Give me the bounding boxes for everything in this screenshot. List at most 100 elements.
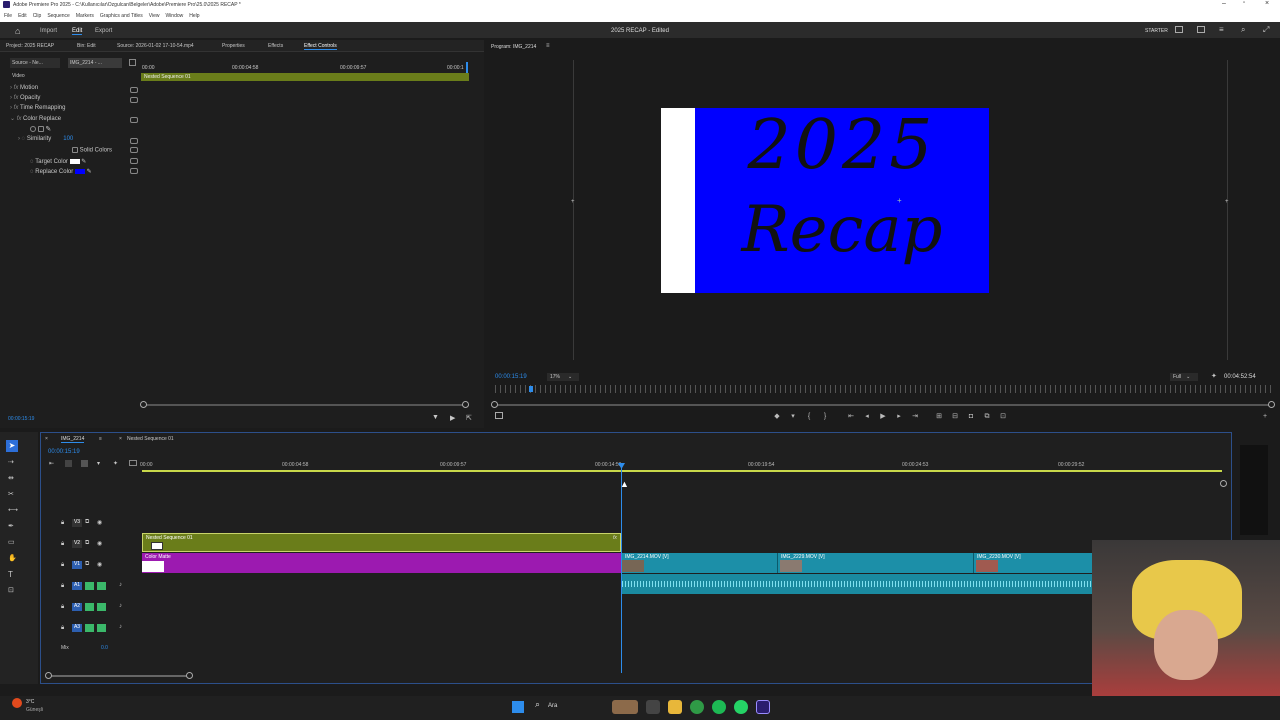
spotify-icon[interactable] [712, 700, 726, 714]
clip-dropdown[interactable]: IMG_2214 - ... [68, 58, 122, 68]
reset-icon[interactable] [130, 168, 138, 174]
lock-icon[interactable]: 🔒︎ [61, 541, 64, 548]
eyedropper-icon[interactable]: ✎ [81, 159, 86, 165]
lock-icon[interactable]: 🔒︎ [61, 625, 64, 632]
sync-lock-icon[interactable]: ⧉ [85, 561, 89, 568]
tab-project[interactable]: Project: 2025 RECAP [6, 43, 54, 49]
panel-layout-icon[interactable] [1175, 26, 1183, 33]
linked-selection-icon[interactable] [81, 460, 88, 467]
ec-timecode[interactable]: 00:00:15:19 [8, 416, 34, 422]
eyedropper-icon[interactable]: ✎ [87, 169, 92, 175]
timeline-scroll-handle-left[interactable] [45, 672, 52, 679]
anchor-point-marker[interactable]: + [897, 196, 902, 205]
export-frame-icon[interactable]: ◘ [967, 413, 975, 421]
mute-toggle[interactable] [85, 603, 94, 611]
track-label[interactable]: A3 [72, 624, 82, 632]
mark-out-icon[interactable]: } [821, 413, 829, 421]
program-playhead[interactable] [529, 386, 533, 392]
extract-icon[interactable]: ⊟ [951, 413, 959, 421]
ellipse-mask-icon[interactable] [30, 126, 36, 133]
video-frame[interactable]: 2025 Recap + [661, 108, 989, 293]
target-color-row[interactable]: ◌ Target Color ✎ [30, 158, 86, 165]
search-label[interactable]: Ara [548, 703, 557, 709]
type-tool-icon[interactable]: T [8, 570, 13, 579]
track-header-a3[interactable]: 🔒︎ A3 ♪ [43, 623, 139, 635]
comparison-view-icon[interactable]: ⧉ [983, 413, 991, 421]
reset-icon[interactable] [130, 158, 138, 164]
solid-colors-row[interactable]: Solid Colors [72, 147, 112, 154]
source-dropdown[interactable]: Source - Ne... [10, 58, 60, 68]
track-header-mix[interactable]: Mix 0.0 [43, 644, 139, 656]
vertical-scroll-handle[interactable] [1220, 480, 1227, 487]
play-icon[interactable]: ▶ [879, 413, 887, 421]
timeline-scroll-handle-right[interactable] [186, 672, 193, 679]
snap-icon[interactable] [65, 460, 72, 467]
go-to-in-icon[interactable]: ⇤ [847, 413, 855, 421]
timeline-menu-icon[interactable]: ≡ [99, 436, 102, 442]
program-timecode[interactable]: 00:00:15:19 [495, 374, 527, 380]
hand-tool-icon[interactable]: ✋ [8, 554, 17, 562]
menu-item-markers[interactable]: Markers [76, 13, 94, 19]
track-header-v1[interactable]: 🔒︎ V1 ⧉ ◉ [43, 560, 139, 572]
reset-icon[interactable] [130, 138, 138, 144]
quality-dropdown[interactable]: Full ⌄ [1170, 373, 1198, 381]
track-label[interactable]: A2 [72, 603, 82, 611]
razor-tool-icon[interactable]: ✂ [8, 490, 14, 498]
share-icon[interactable] [1197, 26, 1205, 33]
solo-toggle[interactable] [97, 603, 106, 611]
tab-effects[interactable]: Effects [268, 43, 283, 49]
program-zoom-bar[interactable] [495, 404, 1271, 406]
menu-item-window[interactable]: Window [165, 13, 183, 19]
clip-img2229-video[interactable]: IMG_2229.MOV [V] [778, 553, 974, 573]
reset-icon[interactable] [130, 87, 138, 93]
prop-opacity[interactable]: › fx Opacity [10, 95, 40, 101]
tab-effect-controls[interactable]: Effect Controls [304, 43, 337, 50]
pen-mask-icon[interactable]: ✎ [45, 126, 51, 133]
whatsapp-icon[interactable] [734, 700, 748, 714]
lock-icon[interactable]: 🔒︎ [61, 562, 64, 569]
maximize-icon[interactable]: ▫ [1243, 0, 1245, 6]
import-tab[interactable]: Import [40, 28, 57, 34]
step-back-icon[interactable]: ◂ [863, 413, 871, 421]
similarity-value[interactable]: 100 [63, 136, 73, 142]
program-scrubber[interactable] [495, 385, 1271, 393]
filter-icon[interactable]: ▼ [432, 414, 439, 421]
widgets-icon[interactable] [612, 700, 638, 714]
zoom-dropdown[interactable]: 17% ⌄ [547, 373, 579, 381]
lock-icon[interactable]: 🔒︎ [61, 583, 64, 590]
weather-icon[interactable] [12, 698, 22, 708]
export-tab[interactable]: Export [95, 28, 112, 34]
target-color-swatch[interactable] [69, 158, 80, 164]
edit-tab[interactable]: Edit [72, 28, 83, 35]
clip-color-matte[interactable]: Color Matte [142, 553, 621, 573]
clip-nested-sequence[interactable]: Nested Sequence 01 fx [142, 533, 621, 552]
track-header-a1[interactable]: 🔒︎ A1 ♪ [43, 581, 139, 593]
track-header-v3[interactable]: 🔒︎ V3 ⧉ ◉ [43, 518, 139, 530]
selection-tool-icon[interactable]: ➤ [6, 440, 18, 452]
ec-scroll-handle-right[interactable] [462, 401, 469, 408]
lift-icon[interactable]: ⊞ [935, 413, 943, 421]
step-forward-icon[interactable]: ▸ [895, 413, 903, 421]
eye-icon[interactable]: ◉ [97, 561, 102, 568]
minimize-icon[interactable]: – [1222, 0, 1226, 7]
sync-lock-icon[interactable]: ⧉ [85, 519, 89, 526]
add-marker-icon[interactable]: ◆ [773, 413, 781, 421]
track-label[interactable]: V3 [72, 519, 82, 527]
reset-icon[interactable] [130, 117, 138, 123]
play-only-icon[interactable]: ▶ [450, 414, 455, 422]
reset-icon[interactable] [130, 97, 138, 103]
eye-icon[interactable]: ◉ [97, 540, 102, 547]
ec-scrollbar[interactable] [143, 404, 469, 406]
close-icon[interactable]: × [45, 436, 48, 442]
close-icon[interactable]: × [1265, 0, 1269, 7]
close-icon[interactable]: × [119, 436, 122, 442]
add-button-icon[interactable]: + [1261, 413, 1269, 421]
wrench-icon[interactable]: ✦ [1211, 372, 1217, 380]
marker-icon[interactable]: ▾ [789, 413, 797, 421]
prop-color-replace[interactable]: ⌄ fx Color Replace [10, 115, 61, 122]
clip-img2214-video[interactable]: IMG_2214.MOV [V] [622, 553, 778, 573]
replace-color-row[interactable]: ◌ Replace Color ✎ [30, 168, 92, 175]
home-icon[interactable]: ⌂ [15, 26, 20, 36]
tab-source[interactable]: Source: 2026-01-02 17-10-54.mp4 [117, 43, 194, 49]
eye-icon[interactable]: ◉ [97, 519, 102, 526]
